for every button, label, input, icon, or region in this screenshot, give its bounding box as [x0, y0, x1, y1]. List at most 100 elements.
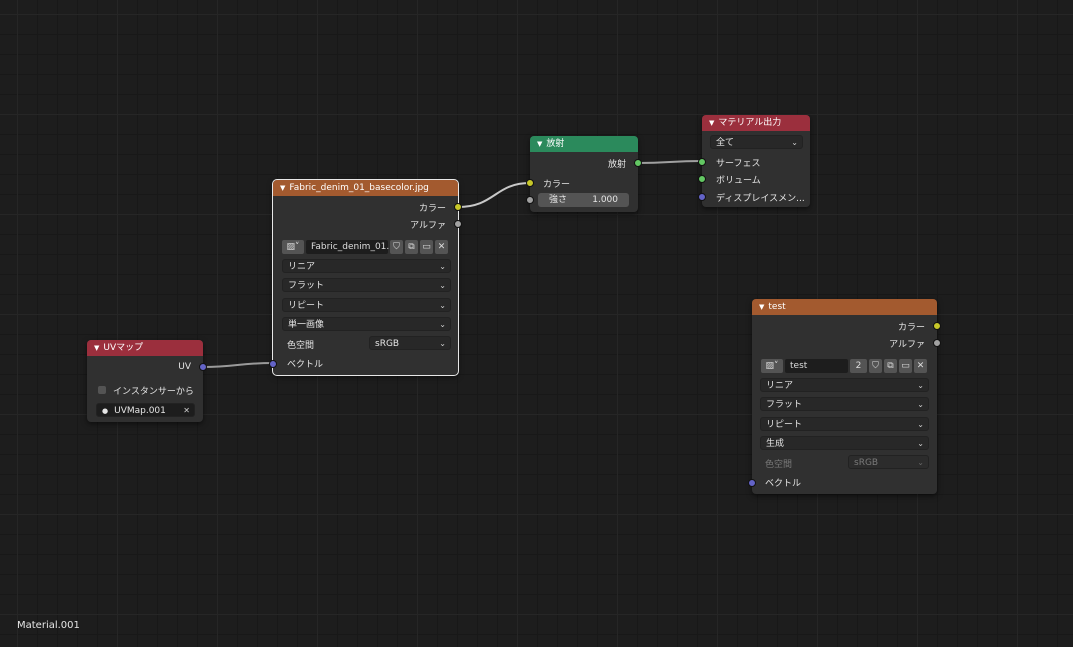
chevron-down-icon: ⌄ — [439, 320, 446, 329]
target-dropdown[interactable]: 全て ⌄ — [710, 135, 803, 149]
node-header[interactable]: ▼ マテリアル出力 — [702, 115, 810, 131]
emission-node[interactable]: ▼ 放射 放射 カラー 強さ 1.000 — [526, 136, 642, 212]
chevron-down-icon: ⌄ — [439, 262, 446, 271]
image-browse-icon[interactable]: ▨˅ — [282, 240, 304, 254]
output-color-label: カラー — [897, 323, 925, 333]
colorspace-dropdown[interactable]: sRGB ⌄ — [369, 336, 451, 350]
material-output-node[interactable]: ▼ マテリアル出力 全て ⌄ サーフェス ボリューム ディスプレイスメン... — [698, 115, 810, 207]
interpolation-dropdown[interactable]: リニア ⌄ — [282, 259, 451, 273]
input-strength-socket[interactable] — [526, 196, 534, 204]
strength-value: 1.000 — [592, 195, 618, 205]
interpolation-value: リニア — [288, 262, 316, 272]
uv-map-value: UVMap.001 — [114, 406, 166, 416]
image-name-field[interactable]: Fabric_denim_01... — [306, 240, 395, 254]
input-vector-label: ベクトル — [287, 360, 324, 370]
output-alpha-label: アルファ — [410, 221, 446, 231]
fake-user-shield-icon[interactable]: ⛉ — [869, 359, 882, 373]
colorspace-value: sRGB — [854, 458, 879, 468]
node-title: test — [768, 302, 786, 312]
chevron-down-icon: ⌄ — [439, 339, 446, 348]
users-count-button[interactable]: 2 — [850, 359, 867, 373]
input-displacement-socket[interactable] — [698, 193, 706, 201]
extension-value: リピート — [766, 420, 803, 430]
output-uv-socket[interactable] — [199, 363, 207, 371]
node-header[interactable]: ▼ 放射 — [530, 136, 638, 152]
chevron-down-icon: ⌄ — [917, 420, 924, 429]
output-emission-socket[interactable] — [634, 159, 642, 167]
material-name-label: Material.001 — [17, 620, 80, 631]
collapse-triangle-icon[interactable]: ▼ — [94, 344, 99, 352]
image-browse-icon[interactable]: ▨˅ — [761, 359, 783, 373]
output-uv-label: UV — [178, 362, 191, 372]
uv-map-dot-icon: ● — [102, 407, 109, 415]
input-surface-label: サーフェス — [716, 159, 761, 169]
output-color-socket[interactable] — [454, 203, 462, 211]
link-uv-to-vector — [202, 362, 274, 368]
unlink-close-icon[interactable]: ✕ — [914, 359, 927, 373]
image-selector-row: ▨˅ test 2 ⛉ ⧉ ▭ ✕ — [761, 359, 927, 373]
image-texture-node-fabric[interactable]: ▼ Fabric_denim_01_basecolor.jpg カラー アルファ … — [269, 179, 462, 376]
output-color-socket[interactable] — [933, 322, 941, 330]
uvmap-node[interactable]: ▼ UVマップ UV インスタンサーから ● UVMap.001 ✕ — [87, 340, 207, 422]
colorspace-label: 色空間 — [765, 460, 793, 470]
node-header[interactable]: ▼ test — [752, 299, 937, 315]
link-emission-to-surface — [637, 160, 703, 164]
input-vector-socket[interactable] — [269, 360, 277, 368]
duplicate-icon[interactable]: ⧉ — [884, 359, 897, 373]
collapse-triangle-icon[interactable]: ▼ — [759, 303, 764, 311]
chevron-down-icon: ⌄ — [917, 458, 924, 467]
source-dropdown[interactable]: 生成 ⌄ — [760, 436, 929, 450]
from-instancer-checkbox[interactable] — [98, 386, 106, 394]
strength-label: 強さ — [549, 195, 568, 205]
duplicate-icon[interactable]: ⧉ — [405, 240, 418, 254]
output-alpha-socket[interactable] — [454, 220, 462, 228]
input-surface-socket[interactable] — [698, 158, 706, 166]
colorspace-label: 色空間 — [287, 341, 315, 351]
extension-dropdown[interactable]: リピート ⌄ — [760, 417, 929, 431]
from-instancer-label: インスタンサーから — [113, 387, 194, 397]
source-dropdown[interactable]: 単一画像 ⌄ — [282, 317, 451, 331]
input-color-label: カラー — [543, 180, 571, 190]
image-selector-row: ▨˅ Fabric_denim_01... ⛉ ⧉ ▭ ✕ — [282, 240, 448, 254]
uv-map-field[interactable]: ● UVMap.001 ✕ — [96, 403, 195, 417]
open-folder-icon[interactable]: ▭ — [899, 359, 912, 373]
chevron-down-icon: ⌄ — [439, 281, 446, 290]
extension-dropdown[interactable]: リピート ⌄ — [282, 298, 451, 312]
image-texture-node-test[interactable]: ▼ test カラー アルファ ▨˅ test 2 ⛉ ⧉ ▭ ✕ リニア ⌄ フラ… — [748, 299, 941, 494]
image-name-field[interactable]: test — [785, 359, 848, 373]
link-color-to-emission — [457, 182, 531, 208]
collapse-triangle-icon[interactable]: ▼ — [709, 119, 714, 127]
input-volume-socket[interactable] — [698, 175, 706, 183]
open-folder-icon[interactable]: ▭ — [420, 240, 433, 254]
collapse-triangle-icon[interactable]: ▼ — [280, 184, 285, 192]
unlink-close-icon[interactable]: ✕ — [435, 240, 448, 254]
chevron-down-icon: ⌄ — [917, 400, 924, 409]
chevron-down-icon: ⌄ — [917, 381, 924, 390]
node-header[interactable]: ▼ Fabric_denim_01_basecolor.jpg — [273, 180, 458, 196]
clear-icon[interactable]: ✕ — [183, 404, 190, 416]
output-alpha-socket[interactable] — [933, 339, 941, 347]
chevron-down-icon: ⌄ — [917, 439, 924, 448]
output-color-label: カラー — [418, 204, 446, 214]
input-color-socket[interactable] — [526, 179, 534, 187]
colorspace-value: sRGB — [375, 339, 400, 349]
target-value: 全て — [716, 138, 735, 148]
collapse-triangle-icon[interactable]: ▼ — [537, 140, 542, 148]
strength-slider[interactable]: 強さ 1.000 — [538, 193, 629, 207]
node-title: 放射 — [546, 139, 565, 149]
input-vector-socket[interactable] — [748, 479, 756, 487]
extension-value: リピート — [288, 301, 325, 311]
projection-value: フラット — [766, 400, 803, 410]
chevron-down-icon: ⌄ — [791, 138, 798, 147]
source-value: 生成 — [766, 439, 785, 449]
projection-dropdown[interactable]: フラット ⌄ — [760, 397, 929, 411]
input-volume-label: ボリューム — [716, 176, 761, 186]
projection-dropdown[interactable]: フラット ⌄ — [282, 278, 451, 292]
colorspace-dropdown: sRGB ⌄ — [848, 455, 929, 469]
output-emission-label: 放射 — [607, 160, 626, 170]
input-displacement-label: ディスプレイスメン... — [716, 194, 805, 204]
interpolation-dropdown[interactable]: リニア ⌄ — [760, 378, 929, 392]
node-header[interactable]: ▼ UVマップ — [87, 340, 203, 356]
fake-user-shield-icon[interactable]: ⛉ — [390, 240, 403, 254]
node-title: UVマップ — [103, 343, 144, 353]
